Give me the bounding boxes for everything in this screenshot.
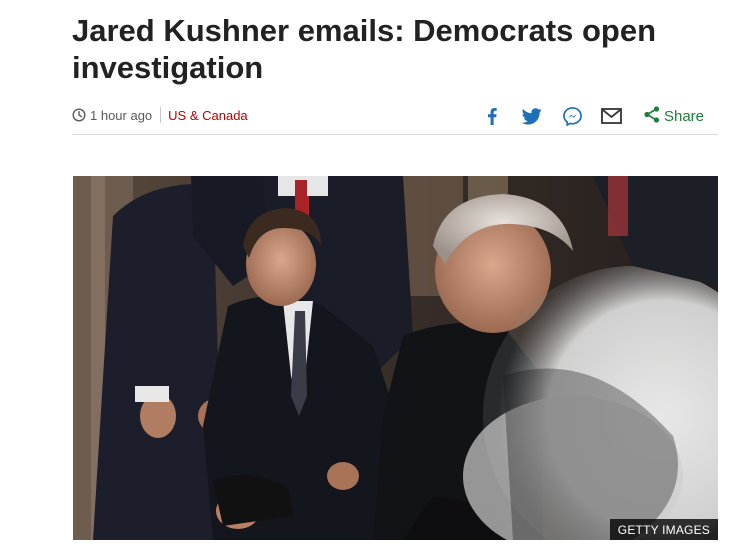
share-tools: Share — [487, 103, 704, 129]
messenger-icon[interactable] — [563, 106, 582, 126]
twitter-icon[interactable] — [521, 107, 542, 125]
article-meta-bar: 1 hour ago US & Canada Share — [72, 100, 718, 135]
section-link[interactable]: US & Canada — [168, 108, 248, 123]
email-icon[interactable] — [601, 108, 622, 124]
share-button[interactable]: Share — [644, 105, 704, 127]
article-headline: Jared Kushner emails: Democrats open inv… — [72, 13, 657, 85]
timestamp: 1 hour ago — [90, 107, 153, 123]
meta-divider — [160, 107, 162, 123]
share-icon — [644, 105, 664, 127]
photo-credit: GETTY IMAGES — [609, 519, 718, 540]
article-photo: GETTY IMAGES — [73, 176, 718, 540]
article-meta: 1 hour ago US & Canada — [72, 106, 248, 124]
facebook-icon[interactable] — [487, 107, 497, 125]
clock-icon — [72, 108, 86, 122]
share-label: Share — [663, 107, 704, 125]
